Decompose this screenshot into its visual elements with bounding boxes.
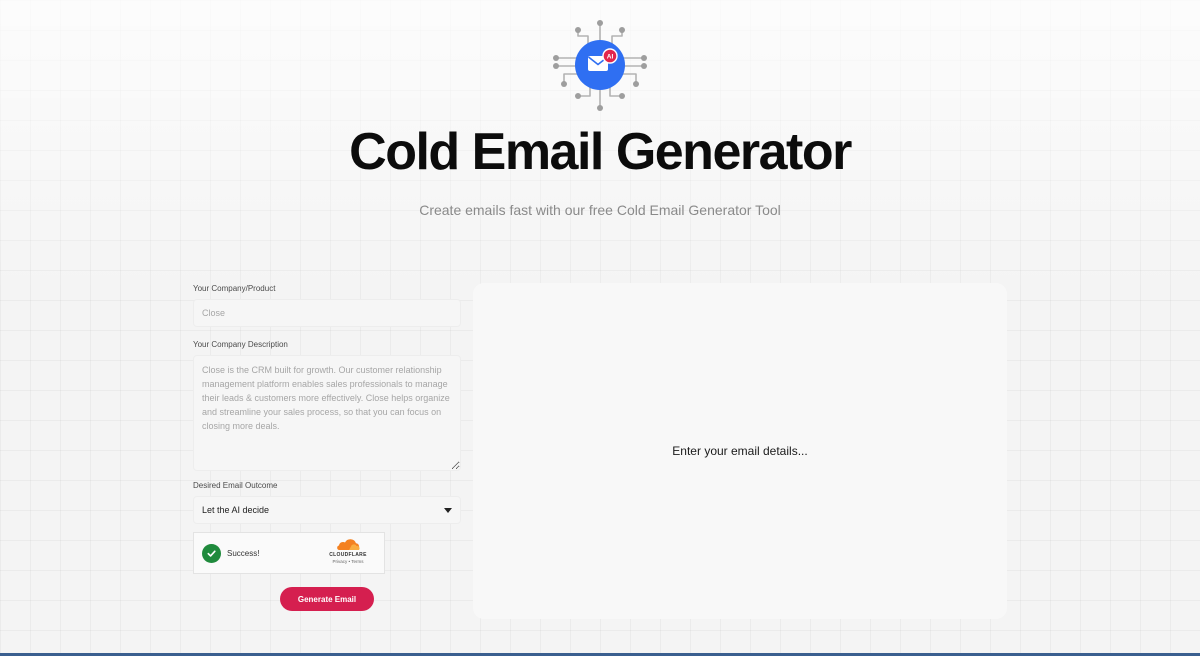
cloudflare-cloud-icon <box>337 539 360 550</box>
generate-email-button[interactable]: Generate Email <box>280 587 374 611</box>
ai-badge: AI <box>607 54 614 61</box>
email-form: Your Company/Product Your Company Descri… <box>193 284 461 611</box>
company-input[interactable] <box>193 299 461 327</box>
description-label: Your Company Description <box>193 340 288 349</box>
company-label: Your Company/Product <box>193 284 276 293</box>
output-placeholder: Enter your email details... <box>672 444 808 458</box>
captcha-widget[interactable]: Success! CLOUDFLARE Privacy • Terms <box>193 532 385 574</box>
cloudflare-logo-text: CLOUDFLARE <box>329 552 367 558</box>
outcome-label: Desired Email Outcome <box>193 481 278 490</box>
page-title: Cold Email Generator <box>349 123 852 181</box>
output-panel: Enter your email details... <box>473 283 1007 619</box>
captcha-links[interactable]: Privacy • Terms <box>321 559 375 565</box>
caret-down-icon <box>444 507 452 513</box>
check-circle-icon <box>202 543 221 563</box>
description-textarea[interactable] <box>193 355 461 471</box>
outcome-selected-value: Let the AI decide <box>202 505 270 515</box>
page-subtitle: Create emails fast with our free Cold Em… <box>419 202 781 218</box>
outcome-select[interactable]: Let the AI decide <box>193 496 461 524</box>
mail-ai-icon: AI <box>553 20 647 111</box>
cloudflare-branding: CLOUDFLARE Privacy • Terms <box>321 539 375 565</box>
captcha-status: Success! <box>227 548 260 558</box>
